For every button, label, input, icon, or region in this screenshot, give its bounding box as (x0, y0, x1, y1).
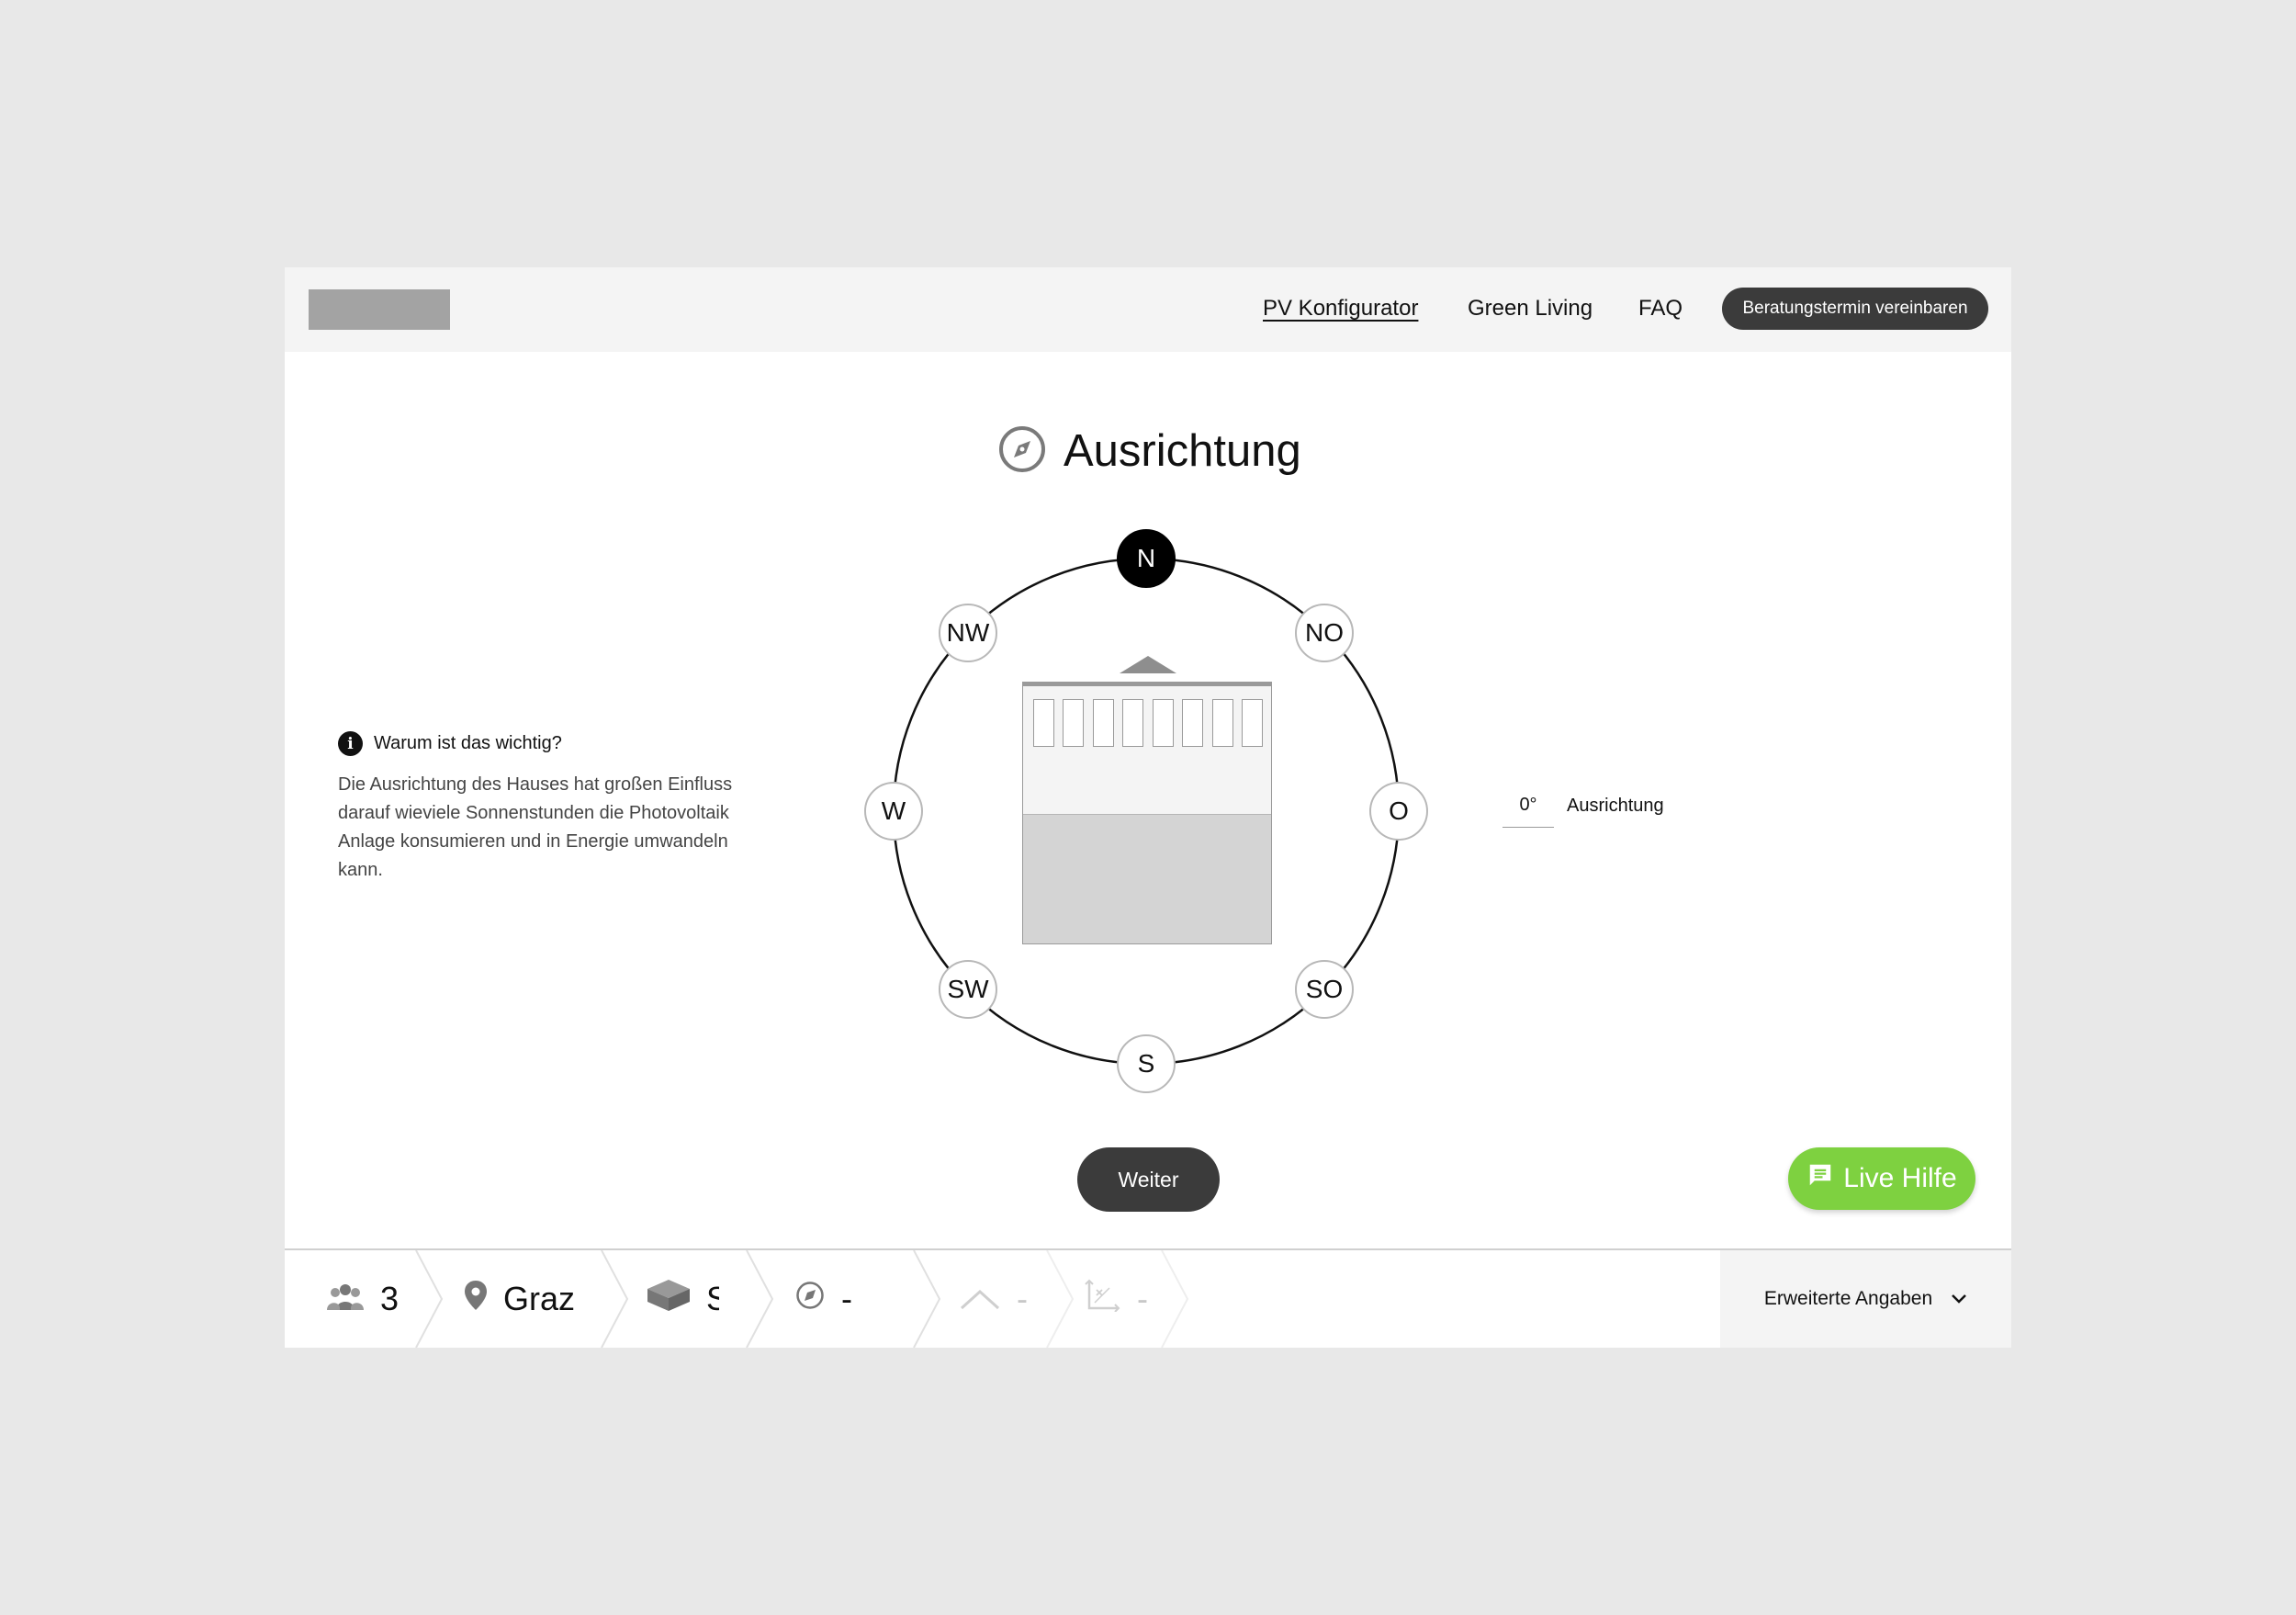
solar-panel (1212, 699, 1233, 747)
step-persons[interactable]: 3 (327, 1250, 399, 1348)
beratungstermin-button[interactable]: Beratungstermin vereinbaren (1722, 288, 1988, 330)
info-heading: i Warum ist das wichtig? (338, 731, 760, 756)
header: PV Konfigurator Green Living FAQ Beratun… (285, 267, 2011, 352)
direction-w[interactable]: W (864, 782, 923, 841)
live-hilfe-button[interactable]: Live Hilfe (1788, 1147, 1975, 1210)
step-house-type-value: S (706, 1280, 719, 1317)
solar-panel (1153, 699, 1174, 747)
weiter-button[interactable]: Weiter (1077, 1147, 1220, 1212)
solar-panel (1242, 699, 1263, 747)
step-orientation[interactable]: - (795, 1250, 852, 1348)
roof-area (1023, 683, 1271, 815)
step-roof[interactable]: - (960, 1250, 1028, 1348)
roof-icon (960, 1280, 1000, 1318)
chat-icon (1806, 1161, 1834, 1196)
step-dimensions[interactable]: - (1084, 1250, 1148, 1348)
orientation-input[interactable]: 0° (1503, 795, 1554, 828)
orientation-arrow-icon (1120, 656, 1176, 673)
step-house-type[interactable]: S (647, 1250, 719, 1348)
location-pin-icon (465, 1280, 487, 1318)
direction-sw[interactable]: SW (939, 960, 997, 1019)
direction-o[interactable]: O (1369, 782, 1428, 841)
direction-s[interactable]: S (1117, 1034, 1176, 1093)
logo-placeholder[interactable] (309, 289, 450, 330)
dimensions-icon (1084, 1279, 1120, 1320)
page-title-text: Ausrichtung (1064, 426, 1301, 476)
app-frame: PV Konfigurator Green Living FAQ Beratun… (285, 267, 2011, 1348)
solar-panel (1033, 699, 1054, 747)
info-icon: i (338, 731, 363, 756)
orientation-field: 0° Ausrichtung (1503, 795, 1664, 828)
step-persons-value: 3 (380, 1280, 400, 1317)
nav-pv-konfigurator[interactable]: PV Konfigurator (1263, 293, 1418, 324)
step-roof-value: - (1017, 1280, 1028, 1317)
direction-so[interactable]: SO (1295, 960, 1354, 1019)
orientation-label: Ausrichtung (1567, 796, 1664, 816)
nav-green-living[interactable]: Green Living (1468, 293, 1593, 324)
compass-icon (795, 1280, 825, 1318)
step-dimensions-value: - (1137, 1280, 1148, 1317)
solar-panel (1063, 699, 1084, 747)
house-box-icon (647, 1279, 690, 1319)
direction-no[interactable]: NO (1295, 604, 1354, 662)
nav-faq[interactable]: FAQ (1638, 293, 1683, 324)
step-location[interactable]: Graz (465, 1250, 575, 1348)
info-body-text: Die Ausrichtung des Hauses hat großen Ei… (338, 774, 733, 880)
solar-panel (1182, 699, 1203, 747)
house-topview (1022, 682, 1272, 944)
summary-bar: 3 Graz S - - - Erweiterte Angaben (285, 1248, 2011, 1348)
erweiterte-angaben-label: Erweiterte Angaben (1763, 1288, 1933, 1309)
people-icon (327, 1280, 364, 1318)
step-orientation-value: - (841, 1280, 852, 1317)
solar-panel (1122, 699, 1143, 747)
solar-panel (1093, 699, 1114, 747)
step-location-value: Graz (503, 1280, 576, 1317)
info-section: i Warum ist das wichtig? Die Ausrichtung… (338, 731, 760, 885)
direction-n[interactable]: N (1117, 529, 1176, 588)
page-title: Ausrichtung (997, 424, 1301, 479)
compass-icon (997, 424, 1047, 479)
erweiterte-angaben-toggle[interactable]: Erweiterte Angaben (1720, 1250, 2011, 1348)
chevron-down-icon (1951, 1288, 1967, 1310)
info-heading-text: Warum ist das wichtig? (374, 733, 562, 753)
direction-nw[interactable]: NW (939, 604, 997, 662)
live-hilfe-label: Live Hilfe (1843, 1163, 1957, 1193)
